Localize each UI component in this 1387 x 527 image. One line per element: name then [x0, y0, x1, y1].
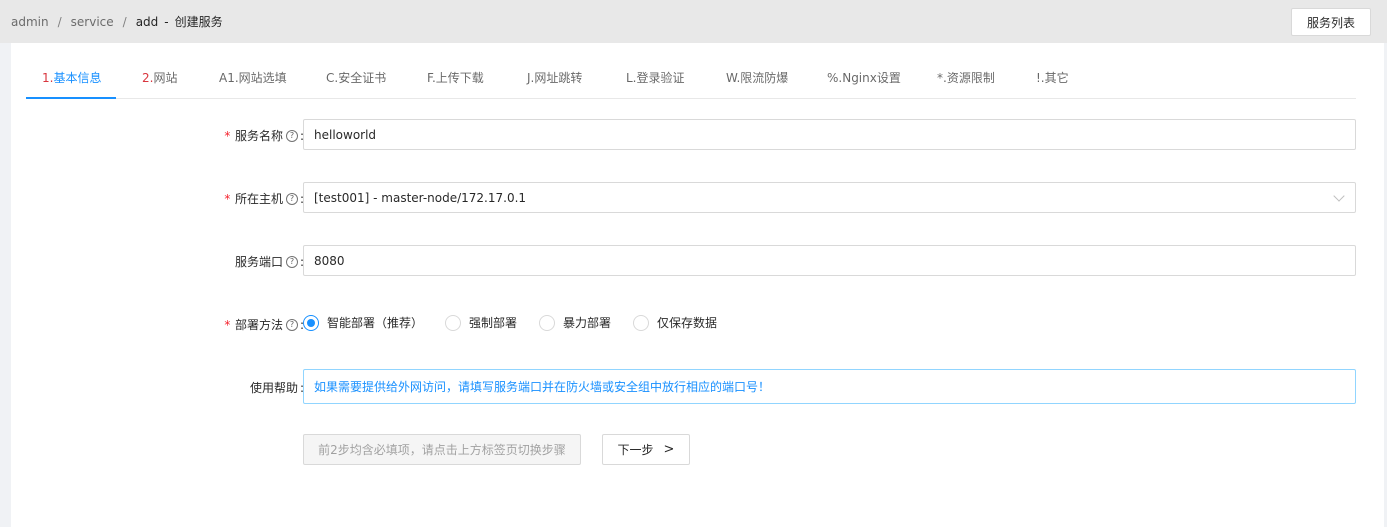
tab-website[interactable]: 2.网站: [126, 63, 193, 99]
port-label-text: 服务端口: [234, 255, 283, 269]
breadcrumb-separator: /: [57, 14, 62, 29]
form-row-port: 服务端口 ? : 8080: [11, 245, 1384, 276]
tab-number: 1.: [42, 71, 54, 85]
help-label: 使用帮助 :: [250, 379, 304, 396]
required-mark: *: [223, 317, 231, 332]
tab-number: 2.: [142, 71, 154, 85]
form-row-name: * 服务名称 ? : helloworld: [11, 119, 1384, 150]
help-label-text: 使用帮助: [249, 381, 298, 395]
radio-label: 强制部署: [469, 316, 518, 330]
tab-ssl-certificate[interactable]: C.安全证书: [310, 63, 402, 99]
tab-basic-info[interactable]: 1.基本信息: [26, 63, 117, 99]
form-row-deploy: * 部署方法 ? : 智能部署（推荐） 强制部署 暴力部署 仅保存数据: [11, 314, 1384, 332]
tab-rate-limit[interactable]: W.限流防爆: [710, 63, 804, 99]
tab-nginx-settings[interactable]: %.Nginx设置: [811, 63, 917, 99]
breadcrumb-admin[interactable]: admin: [11, 15, 49, 29]
tab-login-auth[interactable]: L.登录验证: [610, 63, 701, 99]
top-bar: admin / service / add - 创建服务 服务列表: [0, 0, 1387, 43]
next-step-button[interactable]: 下一步 >: [602, 434, 690, 465]
active-tab-indicator: [26, 97, 116, 99]
tab-upload-download[interactable]: F.上传下载: [411, 63, 500, 99]
breadcrumb-service[interactable]: service: [71, 15, 114, 29]
step-tabs: 1.基本信息 2.网站 A1.网站选填 C.安全证书 F.上传下载 J.网址跳转…: [26, 63, 1356, 99]
breadcrumb: admin / service / add - 创建服务: [11, 13, 223, 30]
chevron-right-icon: >: [663, 442, 675, 457]
breadcrumb-separator: /: [122, 14, 127, 29]
main-panel: 1.基本信息 2.网站 A1.网站选填 C.安全证书 F.上传下载 J.网址跳转…: [11, 43, 1384, 527]
chevron-down-icon: [1333, 190, 1345, 202]
question-icon[interactable]: ?: [285, 129, 298, 142]
required-mark: *: [223, 128, 231, 143]
radio-brute-deploy[interactable]: 暴力部署: [539, 314, 611, 331]
tab-other[interactable]: !.其它: [1020, 63, 1085, 99]
tab-resource-limit[interactable]: *.资源限制: [921, 63, 1011, 99]
title-separator: -: [164, 14, 169, 29]
radio-smart-deploy[interactable]: 智能部署（推荐）: [303, 314, 423, 331]
tab-website-optional[interactable]: A1.网站选填: [203, 63, 303, 99]
host-select-value: [test001] - master-node/172.17.0.1: [314, 190, 527, 205]
service-port-input[interactable]: 8080: [303, 245, 1356, 276]
tab-label: 网站: [153, 71, 178, 85]
breadcrumb-add: add: [135, 14, 159, 29]
port-label: 服务端口 ? :: [235, 253, 304, 270]
deploy-radio-group: 智能部署（推荐） 强制部署 暴力部署 仅保存数据: [303, 314, 739, 331]
tab-url-redirect[interactable]: J.网址跳转: [511, 63, 598, 99]
question-icon[interactable]: ?: [285, 318, 298, 331]
radio-label: 仅保存数据: [657, 316, 718, 330]
tab-label: 基本信息: [53, 71, 102, 85]
host-select[interactable]: [test001] - master-node/172.17.0.1: [303, 182, 1356, 213]
name-label-text: 服务名称: [234, 129, 283, 143]
radio-label: 智能部署（推荐）: [327, 316, 424, 330]
service-name-input[interactable]: helloworld: [303, 119, 1356, 150]
prev-steps-disabled-button: 前2步均含必填项，请点击上方标签页切换步骤: [303, 434, 581, 465]
form-row-buttons: 前2步均含必填项，请点击上方标签页切换步骤 下一步 >: [11, 434, 1384, 465]
radio-unchecked-icon: [445, 314, 462, 331]
radio-force-deploy[interactable]: 强制部署: [445, 314, 517, 331]
name-label: * 服务名称 ? :: [224, 127, 304, 144]
form-row-help: 使用帮助 : 如果需要提供给外网访问，请填写服务端口并在防火墙或安全组中放行相应…: [11, 369, 1384, 404]
form-row-host: * 所在主机 ? : [test001] - master-node/172.1…: [11, 182, 1384, 213]
next-step-label: 下一步: [617, 443, 654, 457]
required-mark: *: [223, 191, 231, 206]
radio-save-only[interactable]: 仅保存数据: [633, 314, 717, 331]
radio-checked-icon: [303, 314, 319, 331]
radio-unchecked-icon: [539, 314, 556, 331]
help-alert: 如果需要提供给外网访问，请填写服务端口并在防火墙或安全组中放行相应的端口号！: [303, 369, 1356, 404]
deploy-label-text: 部署方法: [234, 318, 283, 332]
host-label-text: 所在主机: [234, 192, 283, 206]
radio-label: 暴力部署: [563, 316, 612, 330]
deploy-label: * 部署方法 ? :: [224, 316, 304, 333]
question-icon[interactable]: ?: [285, 192, 298, 205]
host-label: * 所在主机 ? :: [224, 190, 304, 207]
page-title: 创建服务: [174, 15, 223, 29]
question-icon[interactable]: ?: [285, 255, 298, 268]
service-list-button[interactable]: 服务列表: [1291, 8, 1371, 36]
radio-unchecked-icon: [633, 314, 650, 331]
